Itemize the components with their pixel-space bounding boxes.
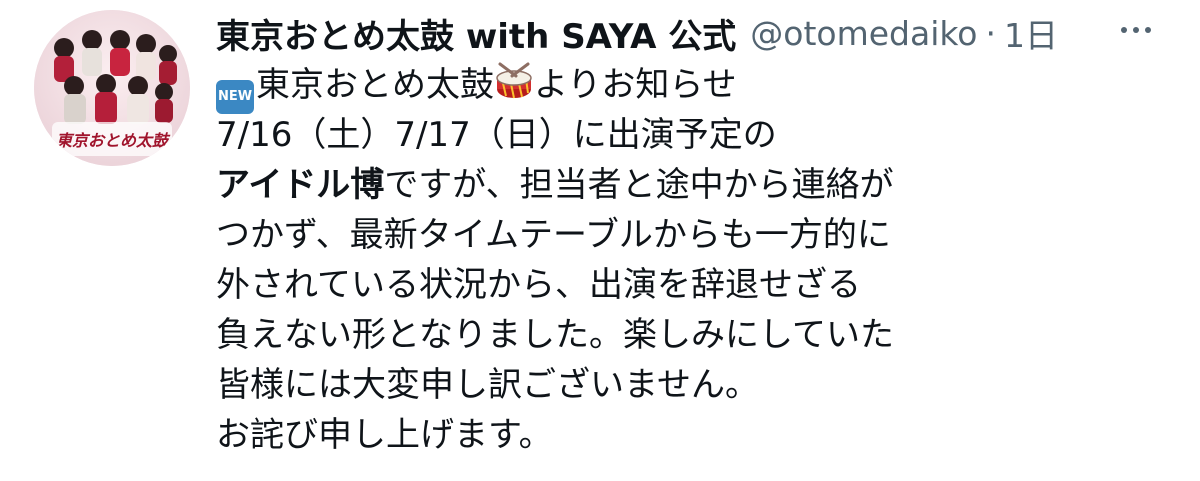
tweet-line-7: 皆様には大変申し訳ございません。 <box>216 365 759 405</box>
tweet-line-1: NEW 東京おとめ太鼓 よりお知らせ <box>216 60 1176 114</box>
tweet-line-1-after: よりお知らせ <box>534 65 737 105</box>
tweet-header: 東京おとめ太鼓 with SAYA 公式 @otomedaiko · 1日 <box>216 6 1058 60</box>
more-options-icon[interactable] <box>1108 2 1164 58</box>
tweet-bold-text: アイドル博 <box>216 165 385 205</box>
timestamp[interactable]: 1日 <box>1004 9 1058 57</box>
separator-dot: · <box>985 13 997 53</box>
avatar-image: 東京おとめ太鼓 <box>34 10 190 166</box>
display-name[interactable]: 東京おとめ太鼓 with SAYA 公式 <box>216 9 736 58</box>
drum-icon <box>496 62 532 99</box>
avatar-logo: 東京おとめ太鼓 <box>56 131 171 150</box>
tweet-line-4: つかず、最新タイムテーブルからも一方的に <box>216 215 891 255</box>
tweet-line-3-rest: ですが、担当者と途中から連絡が <box>384 165 894 205</box>
tweet-line-5: 外されている状況から、出演を辞退せざる <box>216 265 861 305</box>
tweet-line-2: 7/16（土）7/17（日）に出演予定の <box>216 115 777 155</box>
tweet-line-6: 負えない形となりました。楽しみにしていた <box>216 315 894 355</box>
user-handle[interactable]: @otomedaiko <box>750 14 977 53</box>
avatar[interactable]: 東京おとめ太鼓 <box>34 10 190 166</box>
tweet-line-3: アイドル博ですが、担当者と途中から連絡が <box>216 160 1176 210</box>
tweet-text: NEW 東京おとめ太鼓 よりお知らせ 7/16（土）7/17（日）に出演予定の ア… <box>216 60 1176 460</box>
tweet[interactable]: 東京おとめ太鼓 東京おとめ太鼓 with SAYA 公式 @otomedaiko… <box>0 0 1200 481</box>
tweet-line-1-text: 東京おとめ太鼓 <box>256 65 494 105</box>
new-badge-icon: NEW <box>216 80 254 114</box>
tweet-line-8: お詫び申し上げます。 <box>216 415 553 455</box>
